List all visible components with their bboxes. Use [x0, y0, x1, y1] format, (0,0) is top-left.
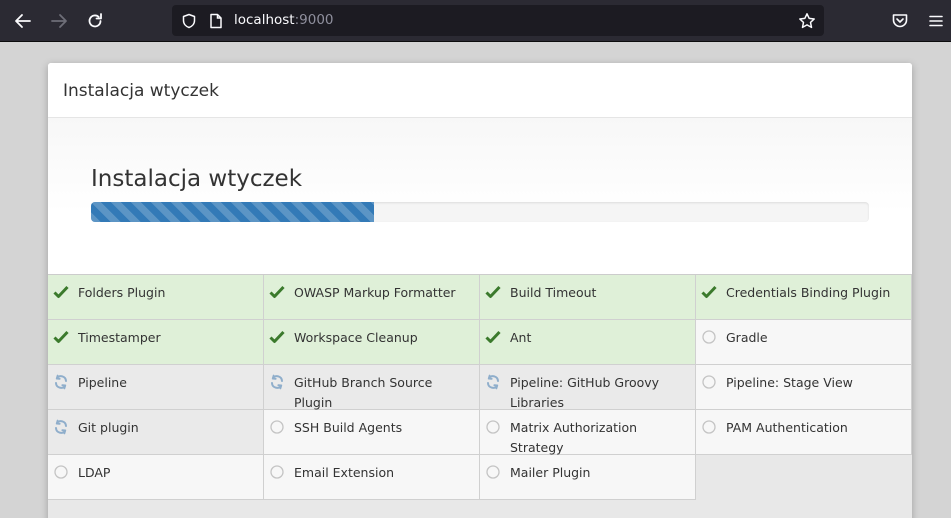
plugin-item: Gradle	[696, 320, 912, 365]
plugin-item: Matrix Authorization Strategy	[480, 410, 696, 455]
circle-icon	[269, 419, 285, 435]
install-progress-area: Instalacja wtyczek	[48, 118, 912, 275]
check-icon	[269, 329, 285, 345]
plugin-name: OWASP Markup Formatter	[294, 285, 456, 300]
plugin-name: SSH Build Agents	[294, 420, 403, 435]
url-host: localhost	[234, 12, 295, 28]
refresh-icon	[485, 374, 501, 390]
check-icon	[485, 284, 501, 300]
plugin-item: PAM Authentication	[696, 410, 912, 455]
plugin-item: Pipeline	[48, 365, 264, 410]
circle-icon	[485, 464, 501, 480]
plugin-name: Credentials Binding Plugin	[726, 285, 891, 300]
plugin-item: Email Extension	[264, 455, 480, 500]
plugin-item: Credentials Binding Plugin	[696, 275, 912, 320]
plugin-item: Mailer Plugin	[480, 455, 696, 500]
circle-icon	[701, 374, 717, 390]
plugin-name: Matrix Authorization Strategy	[510, 420, 638, 455]
plugin-item: Git plugin	[48, 410, 264, 455]
plugin-item: Workspace Cleanup	[264, 320, 480, 365]
plugin-name: GitHub Branch Source Plugin	[294, 375, 433, 410]
reload-icon[interactable]	[80, 6, 110, 36]
circle-icon	[269, 464, 285, 480]
circle-icon	[485, 419, 501, 435]
plugin-name: PAM Authentication	[726, 420, 848, 435]
check-icon	[701, 284, 717, 300]
bookmark-star-icon[interactable]	[798, 12, 816, 35]
check-icon	[53, 284, 69, 300]
browser-toolbar: localhost:9000	[0, 0, 951, 42]
install-progress-bar	[91, 202, 869, 222]
refresh-icon	[53, 374, 69, 390]
plugin-name: Gradle	[726, 330, 768, 345]
tracking-shield-icon[interactable]	[181, 13, 197, 34]
plugin-name: Pipeline: GitHub Groovy Libraries	[510, 375, 660, 410]
plugin-name: Git plugin	[78, 420, 139, 435]
plugin-item: Build Timeout	[480, 275, 696, 320]
dialog-header: Instalacja wtyczek	[48, 63, 912, 118]
plugin-name: Mailer Plugin	[510, 465, 591, 480]
check-icon	[485, 329, 501, 345]
plugin-name: Folders Plugin	[78, 285, 166, 300]
setup-wizard-dialog: Instalacja wtyczek Instalacja wtyczek Fo…	[48, 63, 912, 518]
circle-icon	[701, 329, 717, 345]
plugin-item: Timestamper	[48, 320, 264, 365]
plugin-list: Folders Plugin OWASP Markup Formatter Buil…	[48, 275, 912, 518]
refresh-icon	[53, 419, 69, 435]
forward-arrow-icon[interactable]	[44, 6, 74, 36]
plugin-name: Build Timeout	[510, 285, 597, 300]
plugin-item: Ant	[480, 320, 696, 365]
plugin-item: Pipeline: Stage View	[696, 365, 912, 410]
check-icon	[269, 284, 285, 300]
plugin-name: Email Extension	[294, 465, 395, 480]
url-text[interactable]: localhost:9000	[234, 12, 334, 28]
url-bar[interactable]: localhost:9000	[172, 5, 824, 36]
plugin-name: LDAP	[78, 465, 111, 480]
check-icon	[53, 329, 69, 345]
plugin-name: Pipeline	[78, 375, 127, 390]
plugin-item: SSH Build Agents	[264, 410, 480, 455]
plugin-item: Folders Plugin	[48, 275, 264, 320]
plugin-item: OWASP Markup Formatter	[264, 275, 480, 320]
circle-icon	[53, 464, 69, 480]
plugin-name: Timestamper	[78, 330, 161, 345]
plugin-item: LDAP	[48, 455, 264, 500]
url-port: :9000	[294, 12, 334, 28]
page-info-icon[interactable]	[208, 13, 224, 34]
plugin-item: GitHub Branch Source Plugin	[264, 365, 480, 410]
plugin-name: Workspace Cleanup	[294, 330, 418, 345]
dialog-title: Instalacja wtyczek	[63, 81, 219, 101]
refresh-icon	[269, 374, 285, 390]
plugin-item: Pipeline: GitHub Groovy Libraries	[480, 365, 696, 410]
progress-bar-fill	[91, 202, 375, 222]
install-heading: Instalacja wtyczek	[91, 166, 303, 192]
back-arrow-icon[interactable]	[8, 6, 38, 36]
hamburger-menu-icon[interactable]	[921, 6, 951, 36]
plugin-name: Pipeline: Stage View	[726, 375, 853, 390]
pocket-icon[interactable]	[885, 6, 915, 36]
plugin-name: Ant	[510, 330, 532, 345]
circle-icon	[701, 419, 717, 435]
